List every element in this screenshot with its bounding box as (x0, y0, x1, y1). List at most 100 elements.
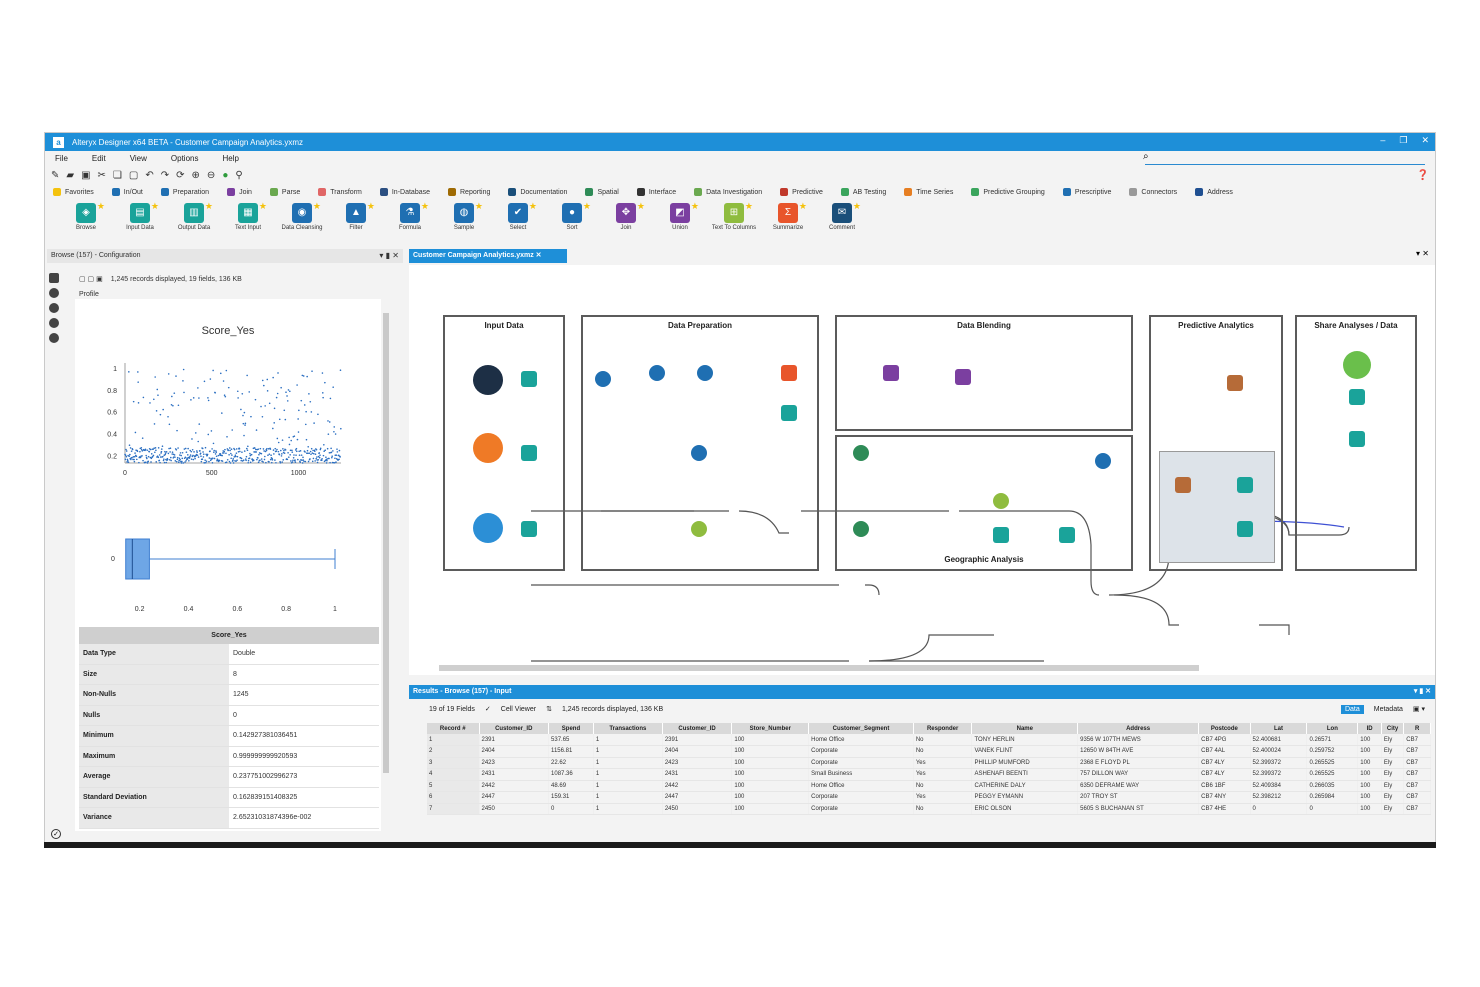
column-header[interactable]: Lon (1306, 723, 1359, 734)
union-node[interactable] (883, 365, 899, 381)
wand-icon[interactable]: ⚲ (235, 170, 242, 181)
tab-category[interactable]: Prescriptive (1062, 188, 1111, 196)
panel-controls[interactable]: ▾ ▮ ✕ (379, 249, 399, 263)
tab-category[interactable]: AB Testing (840, 188, 886, 196)
tab-category[interactable]: Predictive Grouping (971, 188, 1045, 196)
score-node[interactable] (1175, 477, 1191, 493)
input-data-node[interactable] (521, 521, 537, 537)
tag-icon[interactable] (49, 318, 59, 328)
column-header[interactable]: Postcode (1198, 723, 1251, 734)
box-input-data[interactable]: Input Data (443, 315, 565, 571)
zoom-in-icon[interactable]: ⊕ (192, 170, 200, 181)
minimize-button[interactable]: – (1380, 135, 1385, 146)
tab-workflow[interactable]: Customer Campaign Analytics.yxmz ✕ (409, 249, 567, 263)
cut-icon[interactable]: ✂ (98, 170, 106, 181)
share-icon[interactable] (1343, 351, 1371, 379)
table-row[interactable]: 2 2404 1156.81 1 2404 100 Corporate No VANEK FLI… (427, 745, 1431, 758)
search-input[interactable]: ⌕ (1143, 151, 1425, 165)
tab-category[interactable]: Connectors (1129, 188, 1177, 196)
input-data-node[interactable] (521, 445, 537, 461)
redo-icon[interactable]: ↷ (161, 170, 169, 181)
column-header[interactable]: Store_Number (731, 723, 810, 734)
trade-area-node[interactable] (993, 493, 1009, 509)
tab-category[interactable]: Transform (318, 188, 362, 196)
select-node[interactable] (649, 365, 665, 381)
palette-tool[interactable]: ★ ▤ Input Data (113, 201, 167, 245)
tab-data[interactable]: Data (1340, 704, 1364, 714)
palette-tool[interactable]: ★ ◩ Union (653, 201, 707, 245)
column-header[interactable]: Customer_Segment (808, 723, 914, 734)
palette-tool[interactable]: ★ ⊞ Text To Columns (707, 201, 761, 245)
column-header[interactable]: Customer_ID (662, 723, 733, 734)
browse-node[interactable] (781, 405, 797, 421)
save-icon[interactable]: ▣ ▾ (1413, 705, 1425, 713)
menu-options[interactable]: Options (171, 154, 199, 163)
tab-metadata[interactable]: Metadata (1374, 706, 1403, 713)
canvas-controls[interactable]: ▾ ✕ (1416, 249, 1429, 258)
join-node[interactable] (1095, 453, 1111, 469)
cloud-icon[interactable] (473, 513, 503, 543)
check-icon[interactable]: ✓ (485, 705, 491, 713)
config-icon[interactable] (49, 273, 59, 283)
palette-tool[interactable]: ★ ▲ Filter (329, 201, 383, 245)
tab-category[interactable]: Join (227, 188, 252, 196)
palette-tool[interactable]: ★ ✔ Select (491, 201, 545, 245)
box-geographic-analysis[interactable]: Geographic Analysis (835, 435, 1133, 571)
select-node[interactable] (691, 445, 707, 461)
column-header[interactable]: R (1403, 723, 1431, 734)
menu-help[interactable]: Help (222, 154, 238, 163)
undo-icon[interactable]: ↶ (145, 170, 153, 181)
table-row[interactable]: 5 2442 48.69 1 2442 100 Home Office No CATHERINE… (427, 780, 1431, 792)
save-icon[interactable]: ▣ (81, 170, 90, 181)
paste-icon[interactable]: ▢ (129, 170, 138, 181)
refresh-icon[interactable]: ⟳ (176, 170, 184, 181)
browse-node[interactable] (1059, 527, 1075, 543)
results-controls[interactable]: ▾ ▮ ✕ (1414, 685, 1431, 699)
spatial-node[interactable] (853, 521, 869, 537)
column-header[interactable]: Address (1077, 723, 1200, 734)
maximize-button[interactable]: ❐ (1399, 135, 1407, 146)
tab-category[interactable]: In/Out (111, 188, 143, 196)
model-node[interactable] (1227, 375, 1243, 391)
table-row[interactable]: 6 2447 159.31 1 2447 100 Corporate Yes PEGGY EYM… (427, 791, 1431, 804)
cell-viewer-dropdown[interactable]: Cell Viewer (501, 706, 536, 713)
filter-node[interactable] (595, 371, 611, 387)
summarize-node[interactable] (781, 365, 797, 381)
palette-tool[interactable]: ★ ✉ Comment (815, 201, 869, 245)
palette-tool[interactable]: ★ ✥ Join (599, 201, 653, 245)
fields-dropdown[interactable]: 19 of 19 Fields (429, 706, 475, 713)
tab-category[interactable]: Favorites (53, 188, 94, 196)
browse-node[interactable] (1349, 389, 1365, 405)
zoom-out-icon[interactable]: ⊖ (207, 170, 215, 181)
column-header[interactable]: Spend (548, 723, 594, 734)
database-icon[interactable] (473, 365, 503, 395)
tab-category[interactable]: Predictive (780, 188, 823, 196)
new-icon[interactable]: ✎ (51, 170, 59, 181)
copy-icon[interactable]: ❏ (113, 170, 122, 181)
table-row[interactable]: 3 2423 22.62 1 2423 100 Corporate Yes PHILLIP MU… (427, 757, 1431, 769)
close-button[interactable]: ✕ (1421, 135, 1429, 146)
sort-icon[interactable]: ⇅ (546, 705, 552, 713)
browse-node[interactable] (1237, 521, 1253, 537)
config-scrollbar[interactable] (383, 313, 389, 773)
palette-tool[interactable]: ★ ◍ Sample (437, 201, 491, 245)
tab-category[interactable]: Documentation (508, 188, 567, 196)
palette-tool[interactable]: ★ Σ Summarize (761, 201, 815, 245)
tab-category[interactable]: Time Series (904, 188, 953, 196)
tab-category[interactable]: Parse (269, 188, 300, 196)
browse-node[interactable] (993, 527, 1009, 543)
tab-category[interactable]: In-Database (379, 188, 430, 196)
output-data-node[interactable] (1349, 431, 1365, 447)
palette-tool[interactable]: ★ ⚗ Formula (383, 201, 437, 245)
column-header[interactable]: City (1381, 723, 1405, 734)
table-row[interactable]: 1 2391 537.65 1 2391 100 Home Office No TONY HER… (427, 734, 1431, 746)
canvas-hscrollbar[interactable] (439, 665, 1199, 671)
spatial-node[interactable] (853, 445, 869, 461)
text-to-columns-node[interactable] (691, 521, 707, 537)
menu-file[interactable]: File (55, 154, 68, 163)
column-header[interactable]: Record # (427, 723, 480, 734)
eye-icon[interactable] (49, 288, 59, 298)
input-data-node[interactable] (521, 371, 537, 387)
palette-tool[interactable]: ★ ● Sort (545, 201, 599, 245)
tab-category[interactable]: Data Investigation (694, 188, 762, 196)
